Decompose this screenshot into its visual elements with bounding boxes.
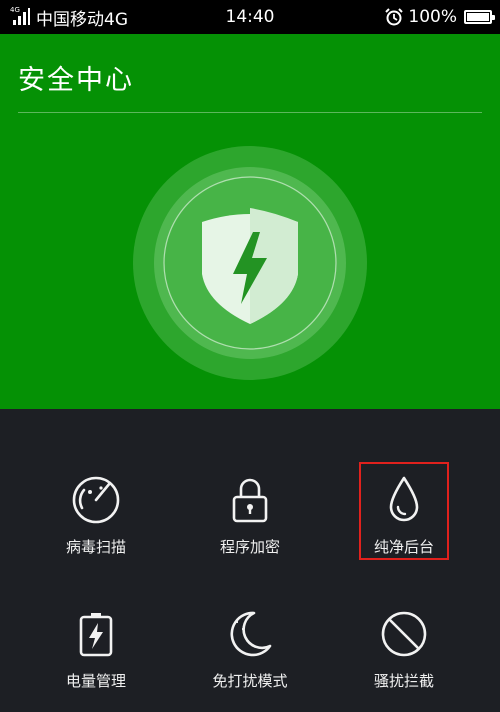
feature-label: 骚扰拦截 <box>373 672 434 690</box>
feature-label: 电量管理 <box>65 672 126 690</box>
title-divider <box>18 112 482 113</box>
feature-do-not-disturb[interactable]: 免打扰模式 <box>170 602 330 712</box>
page-title: 安全中心 <box>18 65 134 96</box>
carrier-name: 中国移动4G <box>36 9 128 30</box>
feature-label: 病毒扫描 <box>65 538 126 556</box>
feature-label: 程序加密 <box>219 538 280 556</box>
moon-stars-icon <box>230 611 272 657</box>
padlock-icon <box>232 478 268 523</box>
battery-percent: 100% <box>408 7 457 27</box>
shield-lightning-icon[interactable] <box>133 146 367 380</box>
feature-label: 免打扰模式 <box>212 672 288 690</box>
signal-icon: 4G <box>10 6 30 26</box>
network-type-label: 4G <box>10 6 20 14</box>
clock: 14:40 <box>225 7 275 27</box>
radar-scan-icon <box>72 476 120 524</box>
battery-bolt-icon <box>79 613 113 657</box>
feature-virus-scan[interactable]: 病毒扫描 <box>16 468 176 578</box>
feature-harassment-block[interactable]: 骚扰拦截 <box>324 602 484 712</box>
block-icon <box>381 611 427 657</box>
highlight-box <box>359 462 449 560</box>
battery-fill <box>467 13 489 21</box>
hero-panel: 安全中心 <box>0 34 500 409</box>
battery-icon <box>464 10 495 24</box>
feature-power-management[interactable]: 电量管理 <box>16 602 176 712</box>
status-bar: 4G 中国移动4G 14:40 100% <box>0 0 500 34</box>
feature-app-lock[interactable]: 程序加密 <box>170 468 330 578</box>
alarm-icon <box>385 8 404 26</box>
